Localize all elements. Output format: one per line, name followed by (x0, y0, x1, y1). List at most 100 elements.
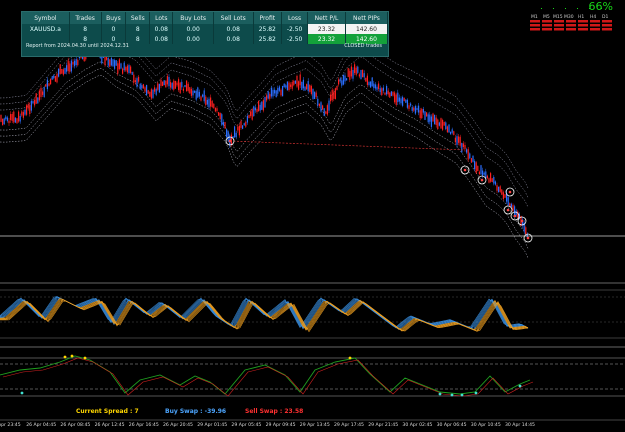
candle-body (218, 112, 220, 116)
candle-body (411, 107, 413, 111)
candle-body (330, 94, 332, 102)
candle-body (246, 115, 248, 123)
table-row: XAUUSD.a 8 0 8 0.08 0.00 0.08 25.82 -2.5… (22, 24, 389, 34)
candle-body (67, 60, 69, 72)
candle-body (147, 90, 149, 94)
candle-body (224, 122, 226, 129)
strength-bar (542, 20, 552, 23)
candle-body (298, 81, 300, 90)
timeframe-d1[interactable]: D1 (602, 15, 608, 20)
candle-body (360, 69, 362, 80)
candle-body (376, 86, 378, 90)
candle-body (195, 90, 197, 100)
timeframe-m5[interactable]: M5 (543, 15, 550, 20)
candle-body (435, 117, 437, 126)
candle-body (186, 80, 188, 92)
candle-body (14, 117, 16, 123)
strength-bar (554, 24, 564, 27)
candle-body (294, 80, 296, 84)
candle-body (502, 192, 504, 199)
strength-tick (553, 8, 554, 9)
candle-body (158, 84, 160, 93)
candle-body (178, 79, 180, 90)
candle-body (176, 82, 178, 86)
price-chart[interactable] (0, 0, 625, 432)
candle-body (75, 58, 77, 65)
candle-body (478, 171, 480, 174)
candle-body (174, 80, 176, 89)
candle-body (203, 90, 205, 102)
candle-body (461, 142, 463, 153)
timeframe-m15[interactable]: M15 (553, 15, 563, 20)
timeframe-m30[interactable]: M30 (564, 15, 574, 20)
table-cell: 0.08 (213, 34, 254, 44)
candle-body (262, 100, 264, 111)
candle-body (366, 75, 368, 85)
candle-body (381, 88, 383, 96)
signal-dot-icon (63, 355, 67, 359)
candle-body (344, 75, 346, 82)
candle-body (64, 67, 66, 74)
candle-body (365, 77, 367, 82)
table-cell: 0.08 (149, 24, 174, 34)
timeframe-h4[interactable]: H4 (590, 15, 596, 20)
candle-body (144, 87, 146, 92)
envelope-bands (0, 26, 529, 259)
candle-body (264, 97, 266, 108)
candle-body (328, 100, 330, 111)
candle-body (382, 87, 384, 91)
candle-body (440, 118, 442, 129)
table-cell: 0.00 (172, 34, 214, 44)
timeframe-m1[interactable]: M1 (531, 15, 538, 20)
candle-body (243, 123, 245, 126)
candle-body (422, 109, 424, 113)
table-cell: 23.32 (307, 24, 346, 34)
candle-body (504, 194, 506, 198)
candle-body (131, 71, 133, 75)
candle-body (501, 189, 503, 195)
candle-body (182, 88, 184, 91)
candle-body (494, 181, 496, 185)
candle-body (304, 86, 306, 91)
candle-body (267, 91, 269, 99)
candle-body (21, 111, 23, 116)
candle-body (336, 86, 338, 91)
time-axis-label: 26 Apr 16:45 (128, 423, 159, 428)
timeframe-h1[interactable]: H1 (578, 15, 584, 20)
candle-body (363, 73, 365, 78)
candle-body (362, 69, 364, 78)
candle-body (285, 85, 287, 88)
candle-body (45, 84, 47, 87)
sell-swap: Sell Swap : 23.58 (245, 408, 304, 415)
candles (0, 41, 528, 239)
candle-body (150, 89, 152, 99)
candle-body (234, 126, 236, 138)
candle-body (248, 114, 250, 119)
candle-body (214, 107, 216, 112)
candle-body (278, 86, 280, 91)
candle-body (0, 114, 2, 122)
candle-body (133, 74, 135, 83)
candle-body (510, 203, 512, 207)
candle-body (115, 60, 117, 66)
candle-body (74, 60, 76, 67)
candle-body (507, 197, 509, 206)
candle-body (51, 76, 53, 80)
candle-body (210, 97, 212, 107)
candle-body (526, 234, 528, 237)
candle-body (128, 65, 130, 74)
candle-body (38, 90, 40, 101)
candle-body (134, 80, 136, 83)
time-axis-label: 29 Apr 13:45 (299, 423, 330, 428)
strength-bar (602, 20, 612, 23)
candle-body (59, 64, 61, 75)
candle-body (402, 96, 404, 106)
candle-body (410, 103, 412, 106)
stochastic-panel (0, 289, 625, 339)
candle-body (325, 111, 327, 114)
candle-body (266, 95, 268, 101)
candle-body (456, 136, 458, 145)
candle-body (368, 82, 370, 86)
strength-tick (541, 8, 542, 9)
candle-body (139, 83, 141, 90)
